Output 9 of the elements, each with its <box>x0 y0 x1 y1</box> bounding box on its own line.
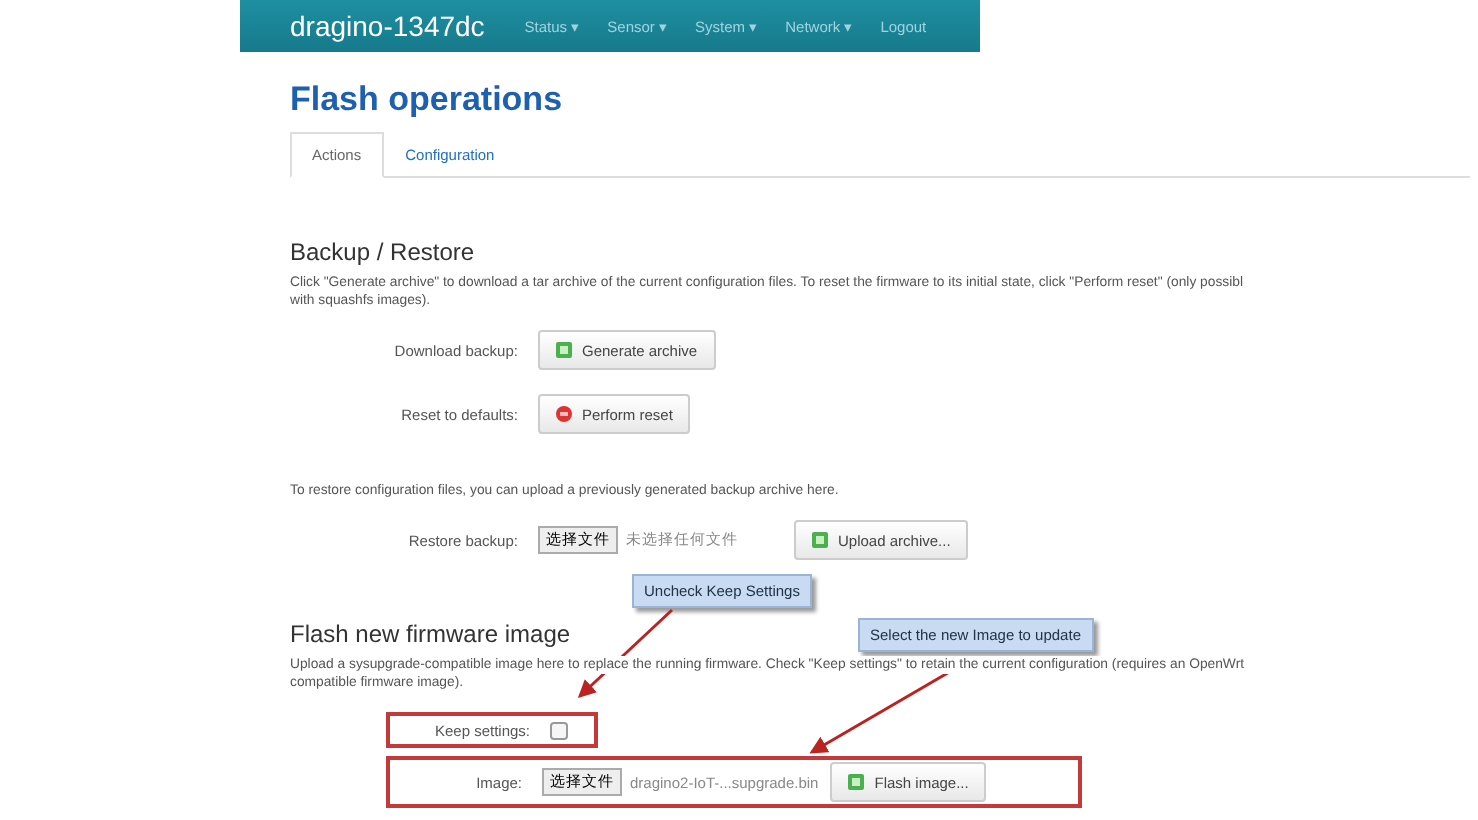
reset-icon <box>556 406 572 422</box>
page-title: Flash operations <box>290 80 565 120</box>
section-heading: Backup / Restore <box>290 238 475 266</box>
brand-title[interactable]: dragino-1347dc <box>290 10 485 42</box>
archive-icon <box>556 342 572 358</box>
checkbox[interactable] <box>550 721 568 739</box>
archive-icon <box>812 532 828 548</box>
archive-icon <box>848 774 865 790</box>
section-heading: Flash new firmware image <box>290 620 571 648</box>
